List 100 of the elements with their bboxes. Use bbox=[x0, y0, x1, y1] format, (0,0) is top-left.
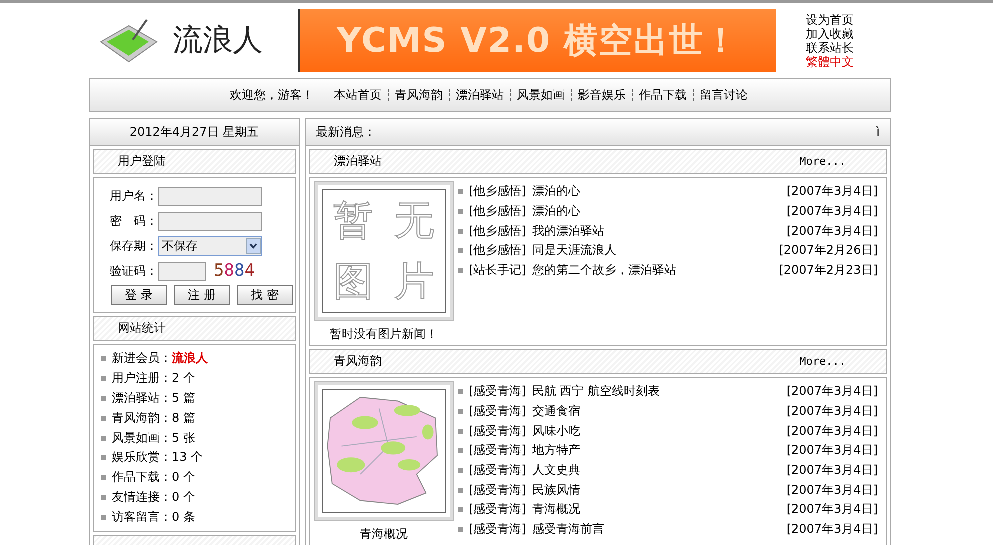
stat-label: 友情连接： bbox=[112, 488, 172, 506]
stat-label: 风景如画： bbox=[112, 430, 172, 447]
stat-label: 娱乐欣赏： bbox=[112, 449, 172, 466]
stat-value: 流浪人 bbox=[172, 350, 208, 368]
bullet-icon bbox=[458, 468, 463, 474]
article-category: [感受青海] bbox=[469, 501, 526, 518]
image-caption: 暂时没有图片新闻！ bbox=[330, 326, 438, 343]
image-caption: 青海概况 bbox=[360, 526, 408, 543]
nav-link[interactable]: 留言讨论 bbox=[698, 86, 750, 104]
stat-label: 新进会员： bbox=[112, 350, 172, 368]
article-link[interactable]: 民族风情 bbox=[532, 482, 580, 499]
article-date: [2007年2月26日] bbox=[779, 242, 878, 260]
bullet-icon bbox=[458, 248, 463, 254]
article-link[interactable]: 人文史典 bbox=[532, 462, 580, 480]
stat-label: 访客留言： bbox=[112, 508, 172, 526]
form-button[interactable]: 登 录 bbox=[111, 285, 167, 305]
field-label: 用户名： bbox=[110, 188, 158, 204]
article-category: [他乡感悟] bbox=[469, 203, 526, 220]
article-date: [2007年3月4日] bbox=[786, 521, 878, 538]
article-category: [他乡感悟] bbox=[469, 222, 526, 240]
bullet-icon bbox=[458, 527, 463, 532]
bullet-icon bbox=[458, 507, 463, 512]
bullet-icon bbox=[101, 436, 106, 441]
header-link[interactable]: 加入收藏 bbox=[806, 26, 854, 40]
stat-value: 13 个 bbox=[172, 449, 204, 466]
dropdown[interactable]: 不保存 bbox=[158, 236, 262, 256]
banner: YCMS V2.0 横空出世！ bbox=[298, 9, 776, 72]
stat-value: 8 篇 bbox=[172, 410, 196, 427]
article-link[interactable]: 漂泊的心 bbox=[532, 203, 580, 220]
header-link[interactable]: 联系站长 bbox=[806, 40, 854, 54]
bullet-icon bbox=[458, 488, 463, 493]
article-link[interactable]: 感受青海前言 bbox=[532, 521, 604, 538]
nav-link[interactable]: 本站首页 bbox=[332, 86, 384, 104]
article-link[interactable]: 青海概况 bbox=[532, 501, 580, 518]
panel-title: 网站统计 bbox=[118, 320, 166, 337]
greeting: 欢迎您，游客！ bbox=[230, 86, 314, 104]
field-label: 密 码： bbox=[110, 212, 158, 230]
form-button[interactable]: 找 密 bbox=[237, 285, 293, 305]
bullet-icon bbox=[458, 409, 463, 414]
stat-value: 0 条 bbox=[172, 508, 196, 526]
article-date: [2007年3月4日] bbox=[786, 222, 878, 240]
article-category: [感受青海] bbox=[469, 442, 526, 460]
captcha-field[interactable] bbox=[158, 262, 206, 280]
bullet-icon bbox=[101, 494, 106, 500]
article-date: [2007年3月4日] bbox=[786, 482, 878, 499]
article-date: [2007年3月4日] bbox=[786, 462, 878, 480]
header-link[interactable]: 繁體中文 bbox=[806, 54, 854, 68]
article-link[interactable]: 风味小吃 bbox=[532, 422, 580, 440]
bullet-icon bbox=[101, 455, 106, 460]
date-text: 2012年4月27日 星期五 bbox=[128, 124, 260, 140]
article-category: [他乡感悟] bbox=[469, 242, 526, 260]
bullet-icon bbox=[101, 376, 106, 382]
field-label: 验证码： bbox=[110, 262, 158, 280]
article-date: [2007年3月4日] bbox=[786, 442, 878, 460]
nav-link[interactable]: 青风海韵 bbox=[393, 86, 445, 104]
bullet-icon bbox=[101, 416, 106, 421]
header-link[interactable]: 设为首页 bbox=[806, 12, 854, 26]
stat-label: 青风海韵： bbox=[112, 410, 172, 427]
news-ticker: ì bbox=[876, 125, 880, 139]
article-category: [感受青海] bbox=[469, 462, 526, 480]
article-category: [感受青海] bbox=[469, 482, 526, 499]
article-link[interactable]: 民航 西宁 航空线时刻表 bbox=[532, 383, 660, 400]
stat-label: 漂泊驿站： bbox=[112, 390, 172, 407]
article-category: [他乡感悟] bbox=[469, 183, 526, 200]
stat-value: 2 个 bbox=[172, 370, 196, 388]
article-link[interactable]: 漂泊的心 bbox=[532, 183, 580, 200]
article-date: [2007年3月4日] bbox=[786, 403, 878, 420]
bullet-icon bbox=[101, 396, 106, 401]
bullet-icon bbox=[458, 448, 463, 454]
article-date: [2007年3月4日] bbox=[786, 203, 878, 220]
form-button[interactable]: 注 册 bbox=[174, 285, 230, 305]
bullet-icon bbox=[458, 209, 463, 214]
bullet-icon bbox=[458, 268, 463, 274]
nav-link[interactable]: 风景如画 bbox=[515, 86, 567, 104]
nav-link[interactable]: 影音娱乐 bbox=[576, 86, 628, 104]
article-link[interactable]: 我的漂泊驿站 bbox=[532, 222, 604, 240]
article-category: [感受青海] bbox=[469, 521, 526, 538]
article-date: [2007年3月4日] bbox=[786, 383, 878, 400]
password-field[interactable] bbox=[158, 212, 262, 230]
article-date: [2007年3月4日] bbox=[786, 183, 878, 200]
article-date: [2007年3月4日] bbox=[786, 501, 878, 518]
bullet-icon bbox=[458, 189, 463, 194]
stat-value: 0 个 bbox=[172, 488, 196, 506]
bullet-icon bbox=[458, 428, 463, 434]
more-link[interactable]: More... bbox=[800, 355, 846, 368]
article-link[interactable]: 同是天涯流浪人 bbox=[532, 242, 616, 260]
nav-link[interactable]: 漂泊驿站 bbox=[454, 86, 506, 104]
article-link[interactable]: 交通食宿 bbox=[532, 403, 580, 420]
article-category: [感受青海] bbox=[469, 422, 526, 440]
nav-link[interactable]: 作品下载 bbox=[637, 86, 689, 104]
article-link[interactable]: 地方特产 bbox=[532, 442, 580, 460]
username-field[interactable] bbox=[158, 186, 262, 206]
article-date: [2007年3月4日] bbox=[786, 422, 878, 440]
no-image-text: 暂无图片 bbox=[332, 197, 436, 307]
stat-value: 5 篇 bbox=[172, 390, 196, 407]
more-link[interactable]: More... bbox=[800, 155, 846, 168]
article-link[interactable]: 您的第二个故乡，漂泊驿站 bbox=[532, 262, 676, 280]
bullet-icon bbox=[458, 389, 463, 394]
section-title: 漂泊驿站 bbox=[334, 153, 382, 170]
caret-icon bbox=[246, 238, 261, 254]
